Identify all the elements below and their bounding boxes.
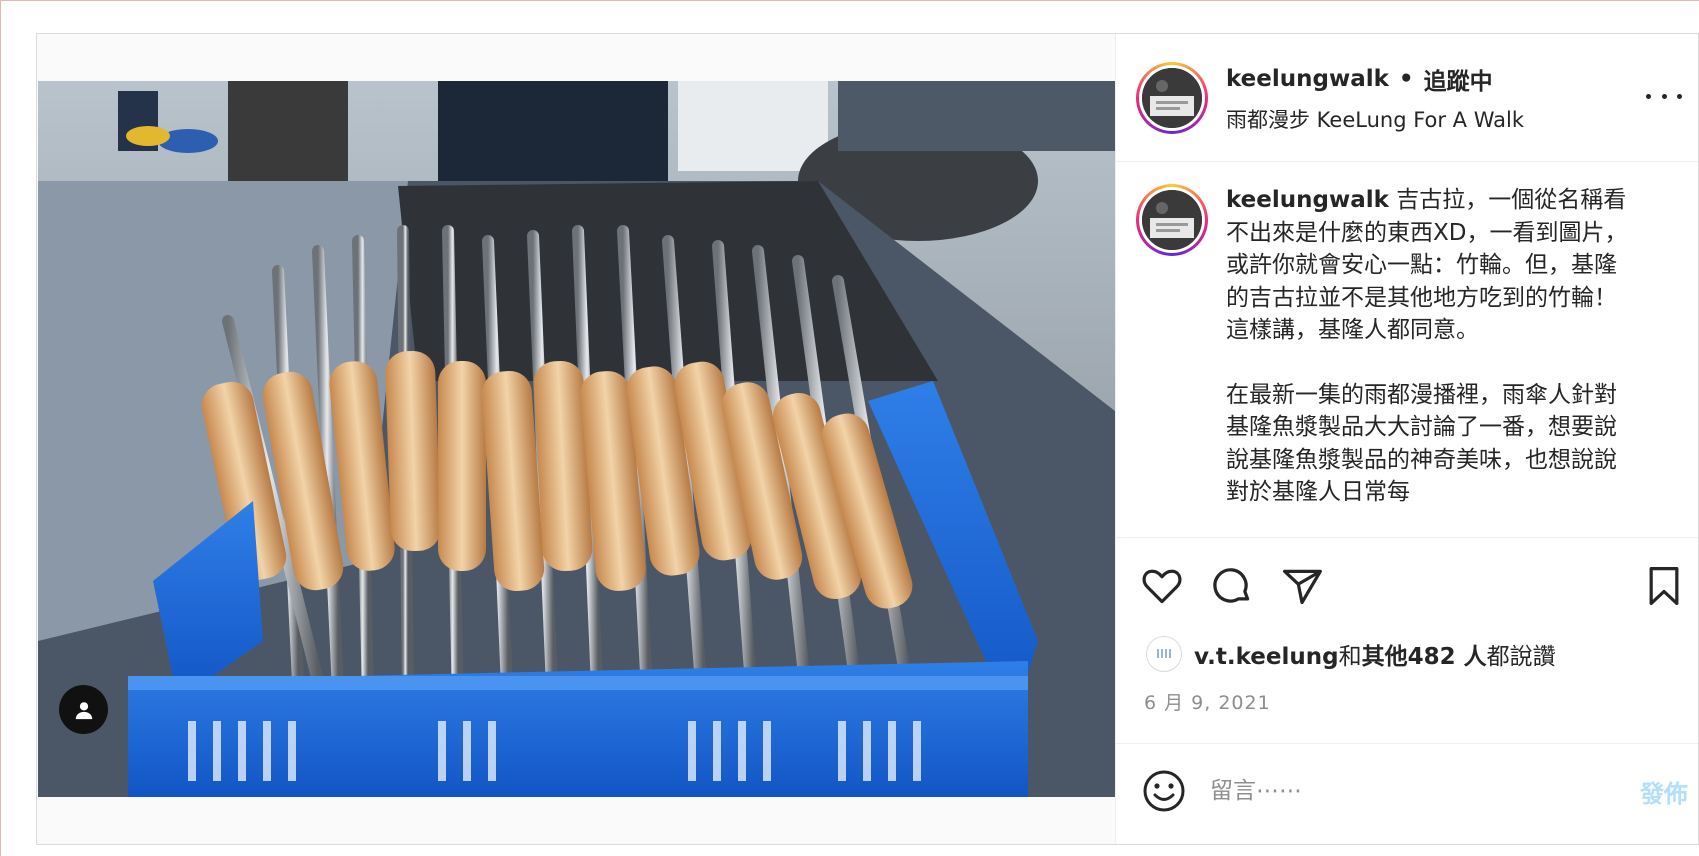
- caption-body: keelungwalk 吉古拉，一個從名稱看不出來是什麼的東西XD，一看到圖片，…: [1226, 184, 1636, 537]
- follow-status-button[interactable]: 追蹤中: [1424, 62, 1493, 96]
- heart-icon[interactable]: [1140, 564, 1184, 608]
- post-header: keelungwalk • 追蹤中 雨都漫步 KeeLung For A Wal…: [1116, 34, 1698, 162]
- comment-bar: 發佈: [1116, 743, 1698, 838]
- post-comment-button[interactable]: 發佈: [1640, 774, 1688, 809]
- comment-bubble-icon[interactable]: [1210, 564, 1254, 608]
- liker-username[interactable]: v.t.keelung: [1194, 644, 1339, 670]
- more-options-icon[interactable]: [1646, 86, 1682, 106]
- post-photo[interactable]: [38, 81, 1115, 797]
- separator-dot: •: [1398, 65, 1414, 92]
- chikuwa-basket-image: [38, 81, 1115, 797]
- liker-avatar[interactable]: [1146, 636, 1182, 672]
- caption-username[interactable]: keelungwalk: [1226, 187, 1389, 213]
- action-bar: [1116, 538, 1698, 634]
- post-caption: keelungwalk 吉古拉，一個從名稱看不出來是什麼的東西XD，一看到圖片，…: [1116, 162, 1698, 538]
- liker-logo-icon: [1157, 649, 1171, 658]
- likes-suffix: 都說讚: [1486, 644, 1556, 670]
- user-tag-button[interactable]: [59, 685, 108, 734]
- comment-input[interactable]: [1210, 778, 1590, 804]
- profile-avatar[interactable]: [1136, 61, 1208, 134]
- avatar-image: [1142, 67, 1202, 128]
- header-subtitle: 雨都漫步 KeeLung For A Walk: [1226, 107, 1525, 132]
- bookmark-icon[interactable]: [1642, 564, 1686, 608]
- likes-summary: v.t.keelung和其他482 人都說讚: [1116, 634, 1698, 674]
- post-media: [37, 34, 1115, 844]
- emoji-icon[interactable]: [1140, 767, 1188, 815]
- paper-plane-icon[interactable]: [1280, 564, 1324, 608]
- caption-paragraph-2: 在最新一集的雨都漫播裡，雨傘人針對基隆魚漿製品大大討論了一番，想要說說基隆魚漿製…: [1226, 381, 1617, 506]
- avatar-image: [1142, 190, 1202, 250]
- likes-connector: 和: [1338, 644, 1362, 670]
- post-side-panel: keelungwalk • 追蹤中 雨都漫步 KeeLung For A Wal…: [1115, 34, 1698, 844]
- caption-avatar[interactable]: [1136, 184, 1208, 256]
- header-username[interactable]: keelungwalk: [1226, 66, 1389, 92]
- post-card: keelungwalk • 追蹤中 雨都漫步 KeeLung For A Wal…: [36, 33, 1699, 845]
- likes-others-link[interactable]: 其他482 人: [1362, 644, 1487, 670]
- post-date[interactable]: 6 月 9, 2021: [1116, 684, 1698, 722]
- user-tag-icon: [75, 701, 92, 719]
